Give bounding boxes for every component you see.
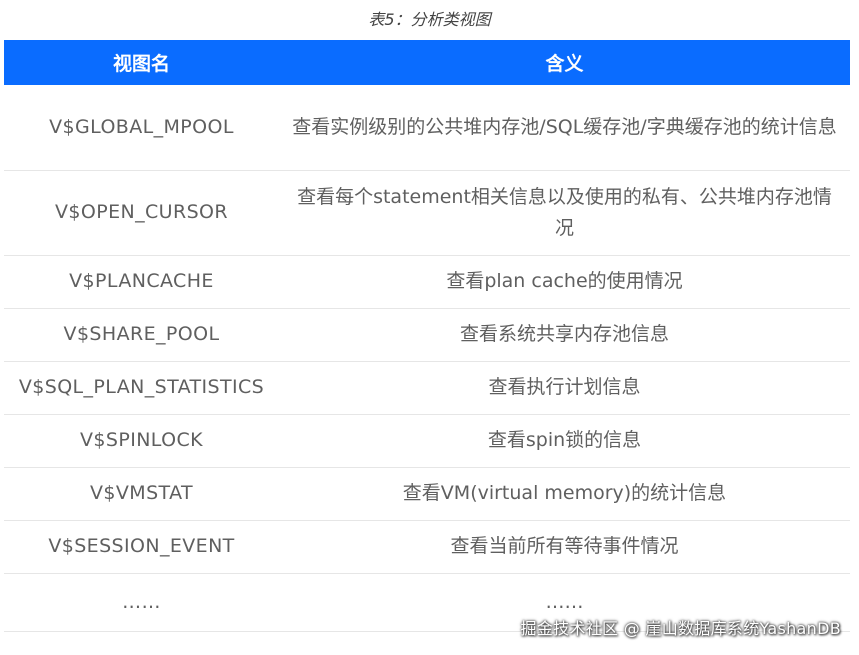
- header-view-name: 视图名: [4, 40, 279, 85]
- meaning-cell: 查看实例级别的公共堆内存池/SQL缓存池/字典缓存池的统计信息: [279, 85, 850, 171]
- table-header-row: 视图名 含义: [4, 40, 850, 85]
- table-row: V$VMSTAT 查看VM(virtual memory)的统计信息: [4, 467, 850, 521]
- view-name-cell: ……: [4, 573, 279, 632]
- meaning-cell: 查看plan cache的使用情况: [279, 255, 850, 309]
- table-row: V$SHARE_POOL 查看系统共享内存池信息: [4, 308, 850, 362]
- views-table: 视图名 含义 V$GLOBAL_MPOOL 查看实例级别的公共堆内存池/SQL缓…: [4, 40, 850, 632]
- view-name-cell: V$VMSTAT: [4, 467, 279, 521]
- meaning-cell: 查看系统共享内存池信息: [279, 308, 850, 362]
- table-row: V$SPINLOCK 查看spin锁的信息: [4, 414, 850, 468]
- header-meaning: 含义: [279, 40, 850, 85]
- meaning-cell: 查看每个statement相关信息以及使用的私有、公共堆内存池情况: [279, 170, 850, 256]
- view-name-cell: V$OPEN_CURSOR: [4, 170, 279, 256]
- table-caption: 表5：分析类视图: [368, 10, 491, 29]
- table-row: V$OPEN_CURSOR 查看每个statement相关信息以及使用的私有、公…: [4, 170, 850, 256]
- table-row: V$GLOBAL_MPOOL 查看实例级别的公共堆内存池/SQL缓存池/字典缓存…: [4, 85, 850, 171]
- meaning-cell: 查看当前所有等待事件情况: [279, 520, 850, 574]
- watermark: 掘金技术社区 @ 崖山数据库系统YashanDB: [520, 619, 841, 638]
- view-name-cell: V$SPINLOCK: [4, 414, 279, 468]
- view-name-cell: V$SQL_PLAN_STATISTICS: [4, 361, 279, 415]
- view-name-cell: V$SESSION_EVENT: [4, 520, 279, 574]
- meaning-cell: 查看spin锁的信息: [279, 414, 850, 468]
- meaning-cell: 查看VM(virtual memory)的统计信息: [279, 467, 850, 521]
- view-name-cell: V$SHARE_POOL: [4, 308, 279, 362]
- view-name-cell: V$GLOBAL_MPOOL: [4, 85, 279, 171]
- table-row: V$SQL_PLAN_STATISTICS 查看执行计划信息: [4, 361, 850, 415]
- view-name-cell: V$PLANCACHE: [4, 255, 279, 309]
- meaning-cell: 查看执行计划信息: [279, 361, 850, 415]
- table-row: V$PLANCACHE 查看plan cache的使用情况: [4, 255, 850, 309]
- table-row: V$SESSION_EVENT 查看当前所有等待事件情况: [4, 520, 850, 574]
